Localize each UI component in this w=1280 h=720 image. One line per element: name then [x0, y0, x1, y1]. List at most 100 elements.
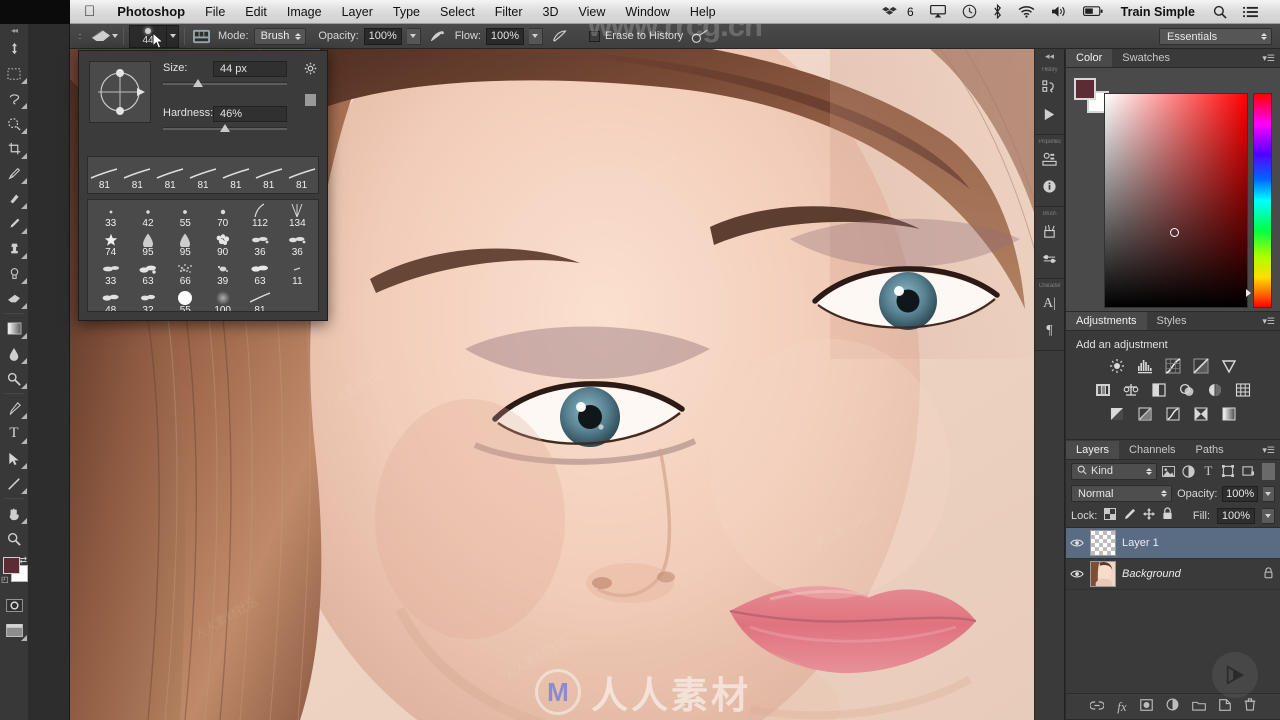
tab-paths[interactable]: Paths — [1185, 441, 1234, 459]
eraser-tool-icon[interactable] — [90, 26, 112, 46]
tool-type-tool[interactable]: T — [0, 421, 28, 446]
collapse-panels-icon[interactable]: ◂◂ — [1035, 49, 1064, 63]
dropbox-icon[interactable] — [874, 6, 905, 18]
exposure-icon[interactable] — [1193, 357, 1210, 374]
lock-image-icon[interactable] — [1123, 507, 1136, 525]
opacity-dropdown-arrow[interactable] — [1262, 485, 1275, 502]
filter-enable-toggle[interactable] — [1262, 462, 1275, 480]
history-panel-icon[interactable] — [1035, 74, 1064, 101]
list-item[interactable]: 66 — [167, 261, 204, 290]
vibrance-icon[interactable] — [1221, 357, 1238, 374]
invert-icon[interactable] — [1109, 405, 1126, 422]
tab-adjustments[interactable]: Adjustments — [1066, 312, 1147, 330]
brush-size-input[interactable]: 44 px — [213, 61, 287, 77]
photo-filter-icon[interactable] — [1179, 381, 1196, 398]
brush-size-slider-knob[interactable] — [192, 79, 203, 87]
layer-style-icon[interactable]: fx — [1117, 699, 1126, 715]
swap-colors-icon[interactable]: ⇄ — [19, 555, 27, 566]
tab-layers[interactable]: Layers — [1066, 441, 1120, 459]
tools-panel-grip[interactable]: ◂◂ — [0, 24, 28, 36]
list-item[interactable]: 81 — [241, 290, 278, 311]
wifi-icon[interactable] — [1010, 5, 1043, 18]
notification-center-icon[interactable] — [1235, 6, 1266, 18]
foreground-color-swatch[interactable] — [3, 557, 20, 574]
list-item[interactable]: 74 — [92, 232, 129, 261]
mode-select[interactable]: Brush — [253, 27, 307, 45]
tool-eraser-tool[interactable] — [0, 286, 28, 311]
paragraph-panel-icon[interactable]: ¶ — [1035, 317, 1064, 344]
filter-smart-icon[interactable] — [1240, 463, 1256, 480]
pressure-opacity-icon[interactable] — [427, 26, 449, 46]
brush-hardness-slider[interactable] — [163, 123, 287, 135]
brush-strip-item[interactable]: 81 — [154, 168, 187, 193]
quick-mask-button[interactable] — [0, 593, 28, 618]
brush-size-slider[interactable] — [163, 78, 287, 90]
new-layer-icon[interactable] — [1218, 698, 1231, 716]
tab-channels[interactable]: Channels — [1119, 441, 1186, 459]
tool-lasso-tool[interactable] — [0, 86, 28, 111]
opacity-input[interactable]: 100% — [363, 27, 402, 45]
menu-help[interactable]: Help — [680, 0, 726, 24]
brush-strip-item[interactable]: 81 — [121, 168, 154, 193]
actions-panel-icon[interactable] — [1035, 101, 1064, 128]
workspace-select[interactable]: Essentials — [1159, 28, 1272, 45]
tool-eyedropper-tool[interactable] — [0, 161, 28, 186]
table-row[interactable]: Background — [1066, 559, 1280, 590]
menu-view[interactable]: View — [569, 0, 616, 24]
erase-to-history-checkbox[interactable] — [588, 30, 600, 42]
list-item[interactable]: 36 — [279, 232, 316, 261]
hue-slider[interactable] — [1253, 93, 1272, 308]
user-account-name[interactable]: Train Simple — [1111, 5, 1205, 19]
menu-edit[interactable]: Edit — [235, 0, 277, 24]
airbrush-icon[interactable] — [689, 26, 711, 46]
properties-panel-icon[interactable] — [1035, 146, 1064, 173]
lock-position-icon[interactable] — [1143, 507, 1156, 525]
menu-image[interactable]: Image — [277, 0, 332, 24]
brightness-contrast-icon[interactable] — [1109, 357, 1126, 374]
brush-preset-grid[interactable]: 33 42 55 70 112 134 74 95 95 90 36 36 33… — [87, 199, 319, 312]
layers-panel-menu-icon[interactable]: ▾☰ — [1262, 445, 1275, 456]
color-panel-menu-icon[interactable]: ▾☰ — [1262, 53, 1275, 64]
levels-icon[interactable] — [1137, 357, 1154, 374]
opacity-value[interactable]: 100% — [1222, 485, 1258, 502]
brush-hardness-slider-knob[interactable] — [220, 124, 231, 132]
list-item[interactable]: 36 — [241, 232, 278, 261]
blend-mode-select[interactable]: Normal — [1071, 485, 1173, 502]
tool-crop-tool[interactable] — [0, 136, 28, 161]
curves-icon[interactable] — [1165, 357, 1182, 374]
character-panel-icon[interactable]: A| — [1035, 290, 1064, 317]
filter-type-icon[interactable]: T — [1200, 463, 1216, 480]
menu-file[interactable]: File — [195, 0, 235, 24]
layer-visibility-icon[interactable] — [1070, 569, 1084, 579]
opacity-dropdown-arrow[interactable] — [406, 27, 421, 45]
list-item[interactable]: 112 — [241, 203, 278, 232]
delete-layer-icon[interactable] — [1244, 697, 1256, 716]
list-item[interactable]: 63 — [241, 261, 278, 290]
list-item[interactable]: 90 — [204, 232, 241, 261]
spotlight-search-icon[interactable] — [1205, 5, 1235, 19]
layer-visibility-icon[interactable] — [1070, 538, 1084, 548]
menu-layer[interactable]: Layer — [332, 0, 383, 24]
list-item[interactable]: 39 — [204, 261, 241, 290]
tool-marquee-tool[interactable] — [0, 61, 28, 86]
tool-quick-select-tool[interactable] — [0, 111, 28, 136]
tab-swatches[interactable]: Swatches — [1112, 49, 1180, 67]
new-group-icon[interactable] — [1191, 698, 1206, 716]
default-colors-icon[interactable]: ◰ — [1, 575, 9, 584]
gradient-map-icon[interactable] — [1221, 405, 1238, 422]
posterize-icon[interactable] — [1137, 405, 1154, 422]
tab-styles[interactable]: Styles — [1146, 312, 1197, 330]
layer-filter-kind-select[interactable]: Kind — [1071, 462, 1157, 480]
gear-icon[interactable] — [304, 62, 317, 78]
airplay-icon[interactable] — [922, 5, 954, 18]
tool-brush-tool[interactable] — [0, 211, 28, 236]
tool-spot-healing-tool[interactable] — [0, 186, 28, 211]
menu-photoshop[interactable]: Photoshop — [107, 0, 195, 24]
info-panel-icon[interactable] — [1035, 173, 1064, 200]
layer-name[interactable]: Layer 1 — [1122, 537, 1274, 549]
threshold-icon[interactable] — [1165, 405, 1182, 422]
tool-clone-stamp-tool[interactable] — [0, 236, 28, 261]
screen-mode-button[interactable] — [0, 618, 28, 643]
brush-panel-icon[interactable] — [1035, 218, 1064, 245]
list-item[interactable]: 95 — [167, 232, 204, 261]
